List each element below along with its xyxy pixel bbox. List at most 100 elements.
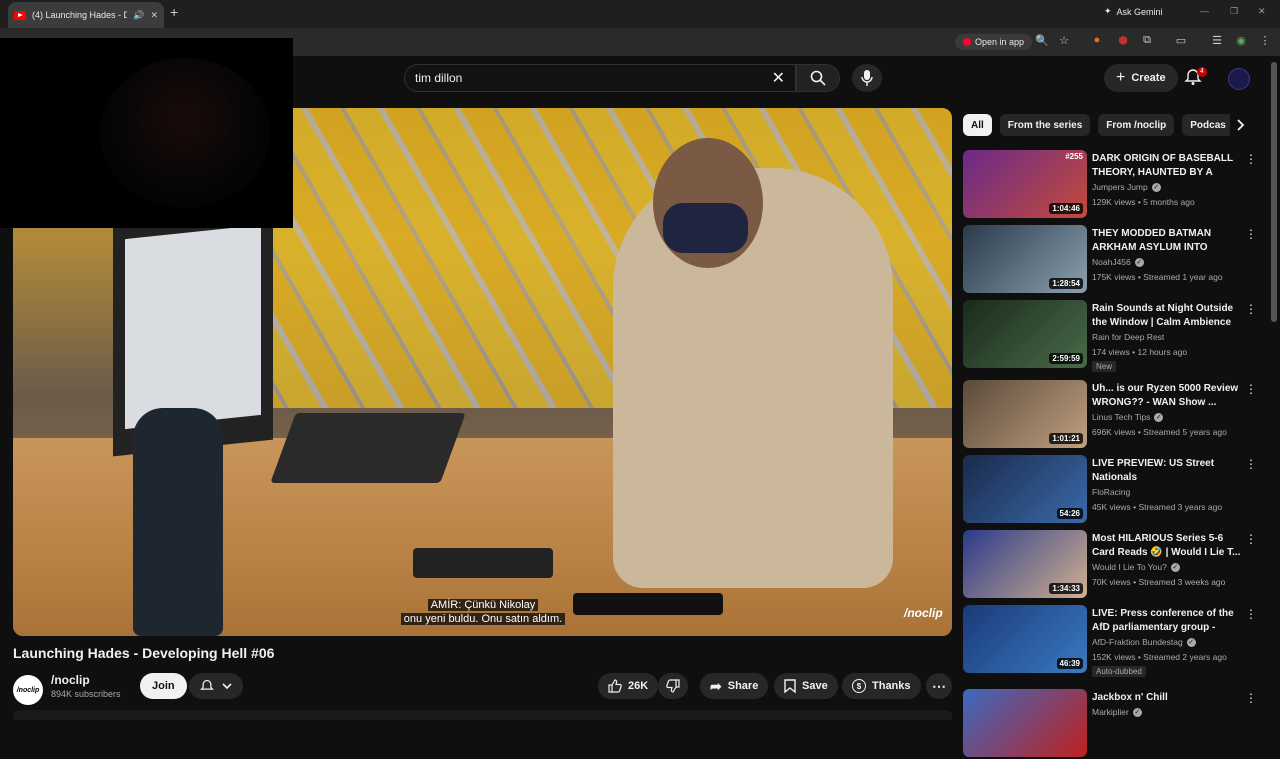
video-thumbnail[interactable]: 1:04:46 #255 [963,150,1087,218]
more-options-icon[interactable]: ⋮ [1245,457,1257,471]
recommendation-title[interactable]: Jackbox n' Chill [1092,691,1242,705]
channel-watermark[interactable]: /noclip [904,606,943,620]
more-options-icon[interactable]: ⋮ [1245,532,1257,546]
recommendation-channel[interactable]: Linus Tech Tips ✓ [1092,412,1164,422]
subscriber-count: 894K subscribers [51,689,121,699]
search-input[interactable]: tim dillon [415,71,772,85]
more-options-icon[interactable]: ⋮ [1245,691,1257,705]
recommendation-channel[interactable]: Would I Lie To You? ✓ [1092,562,1180,572]
search-button[interactable] [796,64,840,92]
cast-icon[interactable]: ▭ [1174,34,1188,47]
recommendation-channel[interactable]: FloRacing [1092,487,1130,497]
ask-gemini-button[interactable]: ✦ Ask Gemini [1104,6,1163,17]
more-actions-button[interactable]: ⋯ [926,673,952,699]
recommendation-meta: 70K views • Streamed 3 weeks ago [1092,577,1226,587]
bookmark-star-icon[interactable]: ☆ [1057,34,1071,47]
microphone-icon [861,70,873,86]
recommendation-channel[interactable]: Markiplier ✓ [1092,707,1142,717]
dislike-button[interactable] [658,673,688,699]
video-thumbnail[interactable]: 1:01:21 [963,380,1087,448]
window-close-icon[interactable]: ✕ [1258,6,1266,17]
subscription-bell-button[interactable] [189,673,243,699]
save-label: Save [802,680,828,692]
chip-all[interactable]: All [963,114,992,136]
video-duration: 1:34:33 [1049,583,1083,594]
recommendation-channel[interactable]: Jumpers Jump ✓ [1092,182,1161,192]
more-options-icon[interactable]: ⋮ [1245,152,1257,166]
extension-fox-icon[interactable]: ● [1090,34,1104,46]
recommendation-item[interactable]: 1:01:21 Uh... is our Ryzen 5000 Review WR… [963,380,1263,450]
search-box[interactable]: tim dillon ✕ [404,64,796,92]
video-thumbnail[interactable] [963,689,1087,757]
video-thumbnail[interactable]: 46:39 [963,605,1087,673]
video-thumbnail[interactable]: 2:59:59 [963,300,1087,368]
browser-tabstrip: (4) Launching Hades - Deve 🔊 ✕ + ✦ Ask G… [0,0,1280,28]
recommendation-item[interactable]: 54:26 LIVE PREVIEW: US Street Nationals Fl… [963,455,1263,525]
recommendation-title[interactable]: DARK ORIGIN OF BASEBALL THEORY, HAUNTED … [1092,152,1242,180]
recommendation-title[interactable]: THEY MODDED BATMAN ARKHAM ASYLUM INTO CA… [1092,227,1242,255]
tab-title: (4) Launching Hades - Deve [32,10,128,20]
more-options-icon[interactable]: ⋮ [1245,382,1257,396]
maximize-icon[interactable]: ❐ [1230,6,1238,17]
reading-list-icon[interactable]: ☰ [1210,34,1224,47]
recommendation-title[interactable]: Rain Sounds at Night Outside the Window … [1092,302,1242,330]
profile-icon[interactable]: ◉ [1234,34,1248,47]
account-avatar[interactable] [1228,68,1250,90]
related-filter-chips: All From the series From /noclip Podcas [963,114,1253,136]
share-button[interactable]: ➦ Share [700,673,769,699]
join-button[interactable]: Join [140,673,187,699]
recommendation-title[interactable]: LIVE: Press conference of the AfD parlia… [1092,607,1242,635]
video-duration: 2:59:59 [1049,353,1083,364]
open-in-app-label: Open in app [975,37,1025,47]
youtube-favicon-icon [14,10,26,20]
chevron-right-icon [1237,119,1245,131]
thanks-button[interactable]: $ Thanks [842,673,921,699]
like-button[interactable]: 26K [598,673,659,699]
chips-next-button[interactable] [1230,114,1252,136]
search-icon [810,70,826,86]
chip-from-noclip[interactable]: From /noclip [1098,114,1175,136]
recommendation-title[interactable]: Most HILARIOUS Series 5-6 Card Reads 🤣 |… [1092,532,1242,560]
recommendation-channel[interactable]: AfD-Fraktion Bundestag ✓ [1092,637,1196,647]
description-box[interactable] [13,710,952,720]
speaker-icon[interactable]: 🔊 [133,10,144,21]
voice-search-button[interactable] [852,64,882,92]
recommendation-item[interactable]: 2:59:59 Rain Sounds at Night Outside the … [963,300,1263,372]
recommendation-title[interactable]: LIVE PREVIEW: US Street Nationals [1092,457,1242,485]
chip-podcasts[interactable]: Podcas [1182,114,1234,136]
browser-tab[interactable]: (4) Launching Hades - Deve 🔊 ✕ [8,2,164,28]
save-button[interactable]: Save [774,673,838,699]
picture-in-picture-overlay[interactable] [0,38,293,228]
new-tab-button[interactable]: + [170,4,178,20]
channel-name[interactable]: /noclip [51,673,90,687]
channel-avatar[interactable]: /noclip [13,675,43,705]
video-thumbnail[interactable]: 54:26 [963,455,1087,523]
more-options-icon[interactable]: ⋮ [1245,227,1257,241]
extension-shield-icon[interactable]: ⬢ [1116,34,1130,47]
more-options-icon[interactable]: ⋮ [1245,607,1257,621]
page-scrollbar[interactable] [1271,62,1277,322]
browser-menu-icon[interactable]: ⋮ [1258,34,1272,47]
recommendation-item[interactable]: 1:34:33 Most HILARIOUS Series 5-6 Card Re… [963,530,1263,600]
video-thumbnail[interactable]: 1:28:54 [963,225,1087,293]
recommendation-badge: New [1092,361,1117,372]
recommendation-item[interactable]: Jackbox n' Chill Markiplier ✓ ⋮ [963,689,1263,759]
open-in-app-button[interactable]: Open in app [955,34,1033,50]
recommendation-title[interactable]: Uh... is our Ryzen 5000 Review WRONG?? -… [1092,382,1242,410]
chip-from-the-series[interactable]: From the series [999,114,1091,136]
more-options-icon[interactable]: ⋮ [1245,302,1257,316]
recommendation-item[interactable]: 1:04:46 #255 DARK ORIGIN OF BASEBALL THEOR… [963,150,1263,220]
tab-close-icon[interactable]: ✕ [150,10,158,21]
minimize-icon[interactable]: — [1200,6,1209,16]
recommendation-channel[interactable]: NoahJ456 ✓ [1092,257,1144,267]
clear-search-icon[interactable]: ✕ [772,68,785,88]
recommendation-channel[interactable]: Rain for Deep Rest [1092,332,1164,342]
create-button[interactable]: + Create [1104,64,1178,92]
channel-name-label: Rain for Deep Rest [1092,332,1165,342]
recommendation-item[interactable]: 46:39 LIVE: Press conference of the AfD p… [963,605,1263,677]
video-duration: 1:04:46 [1049,203,1083,214]
recommendation-item[interactable]: 1:28:54 THEY MODDED BATMAN ARKHAM ASYLUM … [963,225,1263,295]
video-thumbnail[interactable]: 1:34:33 [963,530,1087,598]
extensions-puzzle-icon[interactable]: ⧉ [1140,34,1154,47]
zoom-icon[interactable]: 🔍 [1035,34,1049,47]
